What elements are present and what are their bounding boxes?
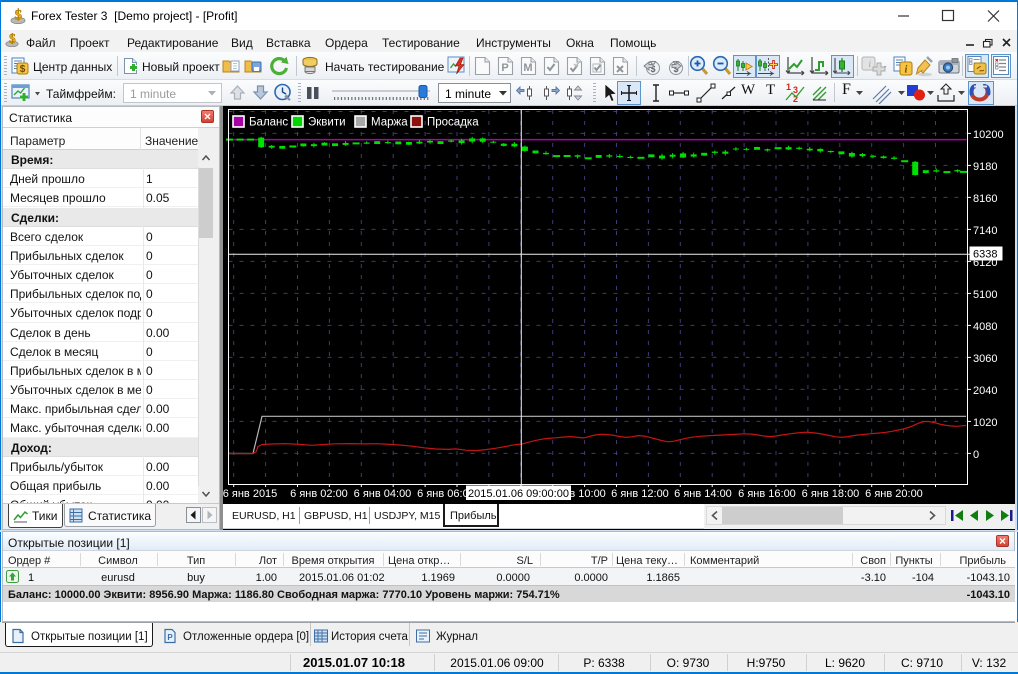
svg-text:7140: 7140 [973,225,997,237]
svg-text:Баланс: Баланс [249,117,288,129]
svg-text:P: P [501,62,508,74]
svg-text:6 янв 02:00: 6 янв 02:00 [290,488,348,500]
svg-text:6 янв 12:00: 6 янв 12:00 [611,488,669,500]
svg-text:9180: 9180 [973,161,997,173]
svg-text:$: $ [20,64,26,75]
svg-text:3060: 3060 [973,353,997,365]
svg-text:2015.01.06 09:00:00: 2015.01.06 09:00:00 [468,488,569,500]
svg-text:1: 1 [786,82,791,92]
svg-text:Маржа: Маржа [371,117,408,129]
svg-text:6 янв 18:00: 6 янв 18:00 [802,488,860,500]
svg-text:6 янв 2015: 6 янв 2015 [223,488,277,500]
svg-text:2040: 2040 [973,385,997,397]
svg-text:M: M [523,62,532,74]
svg-text:10200: 10200 [973,129,1004,141]
svg-text:Просадка: Просадка [427,117,479,129]
svg-text:1020: 1020 [973,417,997,429]
svg-text:5100: 5100 [973,289,997,301]
svg-text:6338: 6338 [973,249,997,261]
svg-text:4080: 4080 [973,321,997,333]
svg-text:$: $ [15,8,23,24]
svg-text:6 янв 14:00: 6 янв 14:00 [674,488,732,500]
svg-text:6 янв 16:00: 6 янв 16:00 [738,488,796,500]
svg-text:6 янв 20:00: 6 янв 20:00 [865,488,923,500]
svg-text:i: i [905,65,908,76]
svg-text:P: P [167,633,173,642]
svg-text:0: 0 [973,449,979,461]
svg-text:6 янв 04:00: 6 янв 04:00 [354,488,412,500]
svg-text:8160: 8160 [973,193,997,205]
svg-text:$: $ [9,33,16,46]
svg-text:Эквити: Эквити [308,117,346,129]
